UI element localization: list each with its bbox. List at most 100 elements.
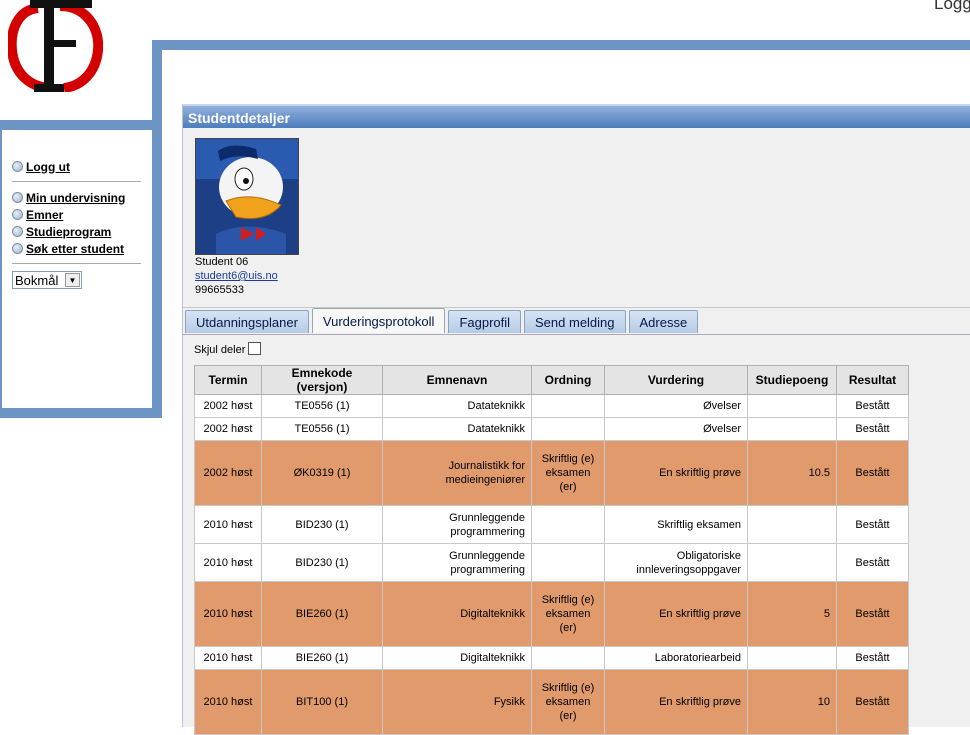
student-details-panel: Studentdetaljer Student 06 student6@uis.…: [182, 104, 970, 735]
frame-bar: [0, 130, 2, 408]
assessment-cell: En skriftlig prøve: [604, 669, 748, 735]
course-name-cell: Journalistikk for medieingeniører: [382, 440, 532, 506]
credits-cell: 10.5: [747, 440, 837, 506]
bullet-icon: [12, 243, 23, 254]
table-row: 2010 høst BIE260 (1) Digitalteknikk Laborat…: [194, 646, 909, 670]
result-cell: Bestått: [836, 394, 909, 418]
result-cell: Bestått: [836, 543, 909, 582]
tab-subject-profile[interactable]: Fagprofil: [448, 310, 522, 333]
termin-cell: 2010 høst: [194, 669, 262, 735]
column-header[interactable]: Ordning: [531, 365, 605, 395]
tab-assessment-protocol[interactable]: Vurderingsprotokoll: [311, 308, 446, 333]
assessment-cell: En skriftlig prøve: [604, 581, 748, 647]
bullet-icon: [12, 209, 23, 220]
nav-my-teaching[interactable]: Min undervisning: [12, 189, 144, 206]
course-code-cell: BID230 (1): [261, 505, 383, 544]
avatar: [195, 138, 299, 255]
result-cell: Bestått: [836, 669, 909, 735]
column-header[interactable]: Emnenavn: [382, 365, 532, 395]
nav-link[interactable]: Studieprogram: [26, 225, 111, 239]
student-info: Student 06 student6@uis.no 99665533: [195, 255, 278, 297]
frame-bar: [152, 40, 162, 130]
table-row: 2002 høst TE0556 (1) Datateknikk Øvelser Bes…: [194, 394, 909, 418]
nav-logout[interactable]: Logg ut: [12, 158, 144, 175]
table-row: 2010 høst BIE260 (1) Digitalteknikk Skriftl…: [194, 581, 909, 647]
table-row: 2002 høst ØK0319 (1) Journalistikk for med…: [194, 440, 909, 506]
nav-courses[interactable]: Emner: [12, 206, 144, 223]
nav-link[interactable]: Søk etter student: [26, 242, 124, 256]
arrangement-cell: [531, 646, 605, 670]
table-row: 2002 høst TE0556 (1) Datateknikk Øvelser Bes…: [194, 417, 909, 441]
course-name-cell: Datateknikk: [382, 417, 532, 441]
assessment-cell: Øvelser: [604, 394, 748, 418]
nav-link[interactable]: Emner: [26, 208, 63, 222]
course-name-cell: Fysikk: [382, 669, 532, 735]
course-name-cell: Grunnleggende programmering: [382, 543, 532, 582]
logout-link[interactable]: Logg ut: [26, 160, 70, 174]
nav-search-student[interactable]: Søk etter student: [12, 240, 144, 257]
arrangement-cell: [531, 505, 605, 544]
assessment-cell: Skriftlig eksamen: [604, 505, 748, 544]
nav-link[interactable]: Min undervisning: [26, 191, 125, 205]
frame-bar: [0, 408, 162, 418]
tab-send-message[interactable]: Send melding: [524, 310, 626, 333]
tab-education-plans[interactable]: Utdanningsplaner: [185, 310, 309, 333]
arrangement-cell: [531, 394, 605, 418]
termin-cell: 2010 høst: [194, 646, 262, 670]
assessment-cell: En skriftlig prøve: [604, 440, 748, 506]
tab-address[interactable]: Adresse: [628, 310, 699, 333]
course-name-cell: Digitalteknikk: [382, 581, 532, 647]
termin-cell: 2010 høst: [194, 505, 262, 544]
divider: [12, 263, 141, 264]
course-name-cell: Grunnleggende programmering: [382, 505, 532, 544]
column-header[interactable]: Resultat: [836, 365, 909, 395]
arrangement-cell: Skriftlig (e) eksamen (er): [531, 669, 605, 735]
bullet-icon: [12, 192, 23, 203]
assessment-table: Termin Emnekode (versjon) Emnenavn Ordni…: [194, 365, 909, 735]
chevron-down-icon[interactable]: ▼: [65, 273, 80, 287]
credits-cell: [747, 505, 837, 544]
course-code-cell: TE0556 (1): [261, 394, 383, 418]
course-code-cell: BIE260 (1): [261, 581, 383, 647]
termin-cell: 2002 høst: [194, 394, 262, 418]
language-select[interactable]: Bokmål ▼: [12, 271, 82, 289]
divider: [12, 181, 141, 182]
column-header[interactable]: Emnekode (versjon): [261, 365, 383, 395]
frame-bar: [152, 120, 162, 418]
column-header[interactable]: Vurdering: [604, 365, 748, 395]
result-cell: Bestått: [836, 417, 909, 441]
assessment-cell: Øvelser: [604, 417, 748, 441]
course-code-cell: BIT100 (1): [261, 669, 383, 735]
termin-cell: 2002 høst: [194, 440, 262, 506]
hide-parts-row: Skjul deler: [194, 341, 262, 356]
logout-top-link[interactable]: Logg: [934, 0, 970, 14]
result-cell: Bestått: [836, 505, 909, 544]
assessment-table-wrap: Termin Emnekode (versjon) Emnenavn Ordni…: [194, 365, 909, 735]
column-header[interactable]: Studiepoeng: [747, 365, 837, 395]
arrangement-cell: Skriftlig (e) eksamen (er): [531, 581, 605, 647]
credits-cell: [747, 646, 837, 670]
column-header[interactable]: Termin: [194, 365, 262, 395]
course-code-cell: BID230 (1): [261, 543, 383, 582]
arrangement-cell: [531, 417, 605, 441]
course-code-cell: ØK0319 (1): [261, 440, 383, 506]
assessment-cell: Obligatoriske innleveringsoppgaver: [604, 543, 748, 582]
hide-parts-checkbox[interactable]: [248, 341, 262, 355]
credits-cell: [747, 417, 837, 441]
nav-study-program[interactable]: Studieprogram: [12, 223, 144, 240]
logo: [6, 0, 104, 93]
sidebar: Logg ut Min undervisning Emner Studiepro…: [12, 158, 144, 289]
divider: [183, 334, 970, 335]
divider: [183, 307, 970, 308]
bullet-icon: [12, 161, 23, 172]
credits-cell: [747, 543, 837, 582]
student-name: Student 06: [195, 256, 249, 268]
frame-bar: [152, 40, 970, 50]
hide-parts-label: Skjul deler: [194, 344, 246, 356]
table-header-row: Termin Emnekode (versjon) Emnenavn Ordni…: [194, 365, 909, 395]
credits-cell: 10: [747, 669, 837, 735]
student-phone: 99665533: [195, 284, 244, 296]
student-email-link[interactable]: student6@uis.no: [195, 270, 278, 282]
course-name-cell: Datateknikk: [382, 394, 532, 418]
arrangement-cell: [531, 543, 605, 582]
